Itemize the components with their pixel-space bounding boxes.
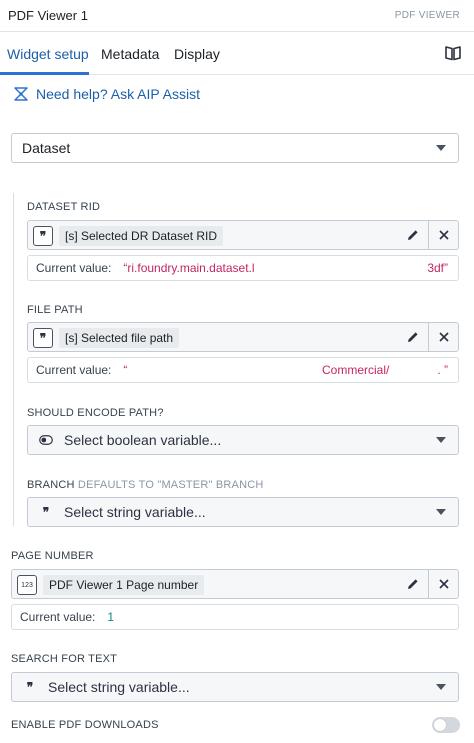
encode-path-select[interactable]: Select boolean variable... [27, 425, 459, 455]
string-quote-icon: ❞ [26, 680, 34, 694]
string-quote-icon: ❞ [33, 328, 53, 348]
caret-down-icon [436, 684, 446, 690]
boolean-toggle-icon [38, 432, 54, 448]
file-path-current-value: Current value: “ Commercial/ . ” [27, 357, 459, 383]
variable-chip: ❞ [s] Selected DR Dataset RID [33, 226, 224, 246]
current-value-tail: . ” [437, 363, 448, 377]
source-type-select[interactable]: Dataset [11, 133, 459, 163]
caret-down-icon [436, 437, 446, 443]
variable-chip: 123 PDF Viewer 1 Page number [17, 575, 205, 595]
current-value-mid: Commercial/ [322, 363, 390, 377]
variable-chip: ❞ [s] Selected file path [33, 328, 180, 348]
encode-path-label: SHOULD ENCODE PATH? [27, 407, 164, 419]
tab-metadata[interactable]: Metadata [101, 46, 159, 62]
active-tab-indicator [0, 72, 89, 75]
current-value-open-quote: “ [123, 363, 128, 377]
page-number-variable[interactable]: 123 PDF Viewer 1 Page number [11, 569, 459, 599]
variable-name: [s] Selected DR Dataset RID [59, 226, 224, 246]
pencil-icon[interactable] [398, 570, 428, 598]
encode-path-placeholder: Select boolean variable... [64, 432, 222, 448]
widget-title: PDF Viewer 1 [8, 8, 88, 23]
current-value-label: Current value: [36, 261, 112, 275]
branch-sublabel: DEFAULTS TO "MASTER" BRANCH [77, 479, 264, 491]
aip-assist-link[interactable]: Need help? Ask AIP Assist [13, 86, 200, 102]
widget-type-label: PDF VIEWER [394, 10, 460, 21]
page-number-label: PAGE NUMBER [11, 550, 94, 562]
source-type-value: Dataset [22, 140, 71, 156]
file-path-label: FILE PATH [27, 304, 83, 316]
numeric-icon: 123 [17, 575, 37, 595]
search-text-label: SEARCH FOR TEXT [11, 653, 118, 665]
branch-placeholder: Select string variable... [64, 504, 206, 520]
pencil-icon[interactable] [398, 221, 428, 249]
current-value-text: “ri.foundry.main.dataset.l [123, 261, 255, 275]
variable-name: [s] Selected file path [59, 328, 180, 348]
aip-sparkle-icon [14, 87, 28, 101]
pdf-downloads-toggle[interactable] [432, 717, 460, 733]
current-value-number: 1 [107, 610, 115, 624]
page-number-current-value: Current value: 1 [11, 604, 459, 630]
aip-assist-label: Need help? Ask AIP Assist [36, 86, 200, 102]
pencil-icon[interactable] [398, 323, 428, 351]
dataset-group-divider [13, 193, 14, 526]
string-quote-icon: ❞ [42, 505, 50, 519]
tab-widget-setup[interactable]: Widget setup [7, 46, 89, 62]
variable-name: PDF Viewer 1 Page number [43, 575, 205, 595]
pdf-downloads-label: ENABLE PDF DOWNLOADS [11, 719, 159, 731]
string-quote-icon: ❞ [33, 226, 53, 246]
current-value-tail: 3df” [427, 261, 448, 275]
tab-display[interactable]: Display [174, 46, 220, 62]
current-value-label: Current value: [36, 363, 112, 377]
toggle-knob [434, 719, 446, 731]
dataset-rid-variable[interactable]: ❞ [s] Selected DR Dataset RID [27, 220, 459, 250]
config-tabs: Widget setup Metadata Display [0, 32, 474, 75]
caret-down-icon [436, 509, 446, 515]
close-icon[interactable] [428, 323, 458, 351]
branch-label: BRANCH DEFAULTS TO "MASTER" BRANCH [27, 479, 264, 491]
dataset-rid-label: DATASET RID [27, 201, 101, 213]
current-value-label: Current value: [20, 610, 96, 624]
dataset-rid-current-value: Current value: “ri.foundry.main.dataset.… [27, 255, 459, 281]
search-text-placeholder: Select string variable... [48, 679, 190, 695]
search-text-select[interactable]: ❞ Select string variable... [11, 672, 459, 702]
branch-label-text: BRANCH [27, 479, 75, 491]
panel-header: PDF Viewer 1 PDF VIEWER [0, 0, 474, 32]
branch-select[interactable]: ❞ Select string variable... [27, 497, 459, 527]
file-path-variable[interactable]: ❞ [s] Selected file path [27, 322, 459, 352]
book-icon[interactable] [444, 44, 462, 62]
caret-down-icon [436, 145, 446, 151]
close-icon[interactable] [428, 221, 458, 249]
close-icon[interactable] [428, 570, 458, 598]
